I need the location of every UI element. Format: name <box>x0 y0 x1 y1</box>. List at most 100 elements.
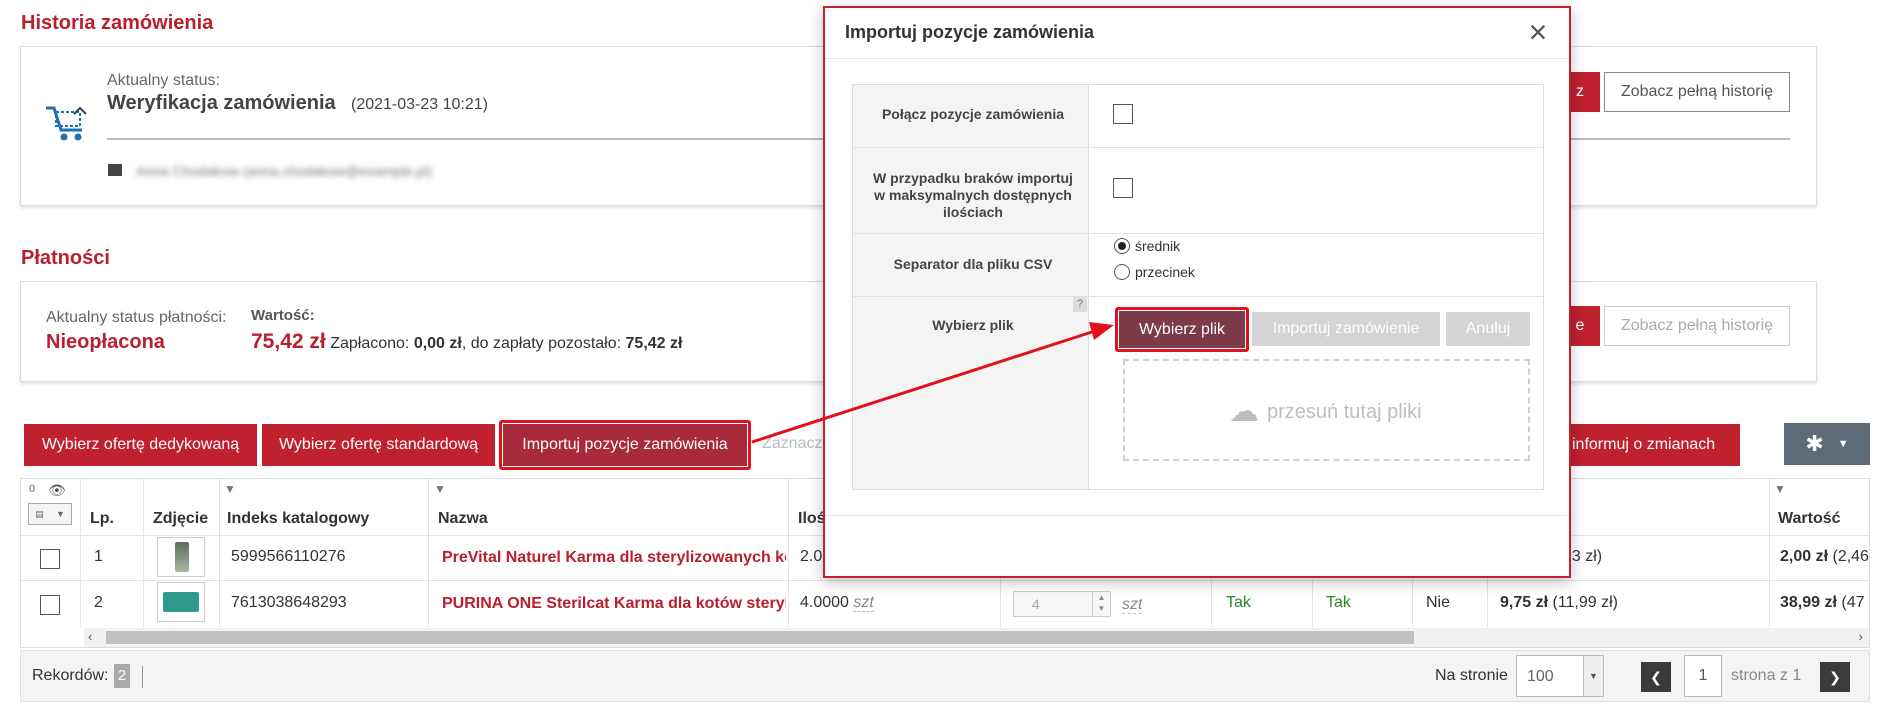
import-order-button[interactable]: Importuj zamówienie <box>1252 312 1440 346</box>
shortage-import-label: W przypadku braków importuj w maksymalny… <box>873 170 1073 220</box>
history-status-value: Weryfikacja zamówienia <box>107 92 336 114</box>
per-page-label: Na stronie <box>1435 667 1508 684</box>
row-price-rest: (11,99 zł) <box>1552 594 1618 611</box>
scroll-right-icon[interactable]: › <box>1859 629 1863 644</box>
row-flag-2: Tak <box>1326 594 1351 611</box>
page-number-input[interactable]: 1 <box>1684 655 1722 697</box>
dropzone-text: przesuń tutaj pliki <box>1267 400 1422 423</box>
separator-option-comma: przecinek <box>1135 264 1195 280</box>
column-header-name[interactable]: Nazwa <box>438 510 488 528</box>
merge-items-checkbox[interactable] <box>1113 104 1133 124</box>
file-dropzone[interactable]: ☁ przesuń tutaj pliki <box>1123 359 1530 461</box>
per-page-select[interactable]: 100 ▼ <box>1516 655 1604 697</box>
row-catalog-index: 7613038648293 <box>231 594 347 611</box>
separator-semicolon-radio[interactable] <box>1114 238 1130 254</box>
column-header-lp: Lp. <box>90 510 114 527</box>
dedicated-offer-button[interactable]: Wybierz ofertę dedykowaną <box>24 424 257 466</box>
row-flag-1: Tak <box>1226 594 1251 611</box>
modal-title: Importuj pozycje zamówienia <box>845 22 1095 42</box>
row-price-bold: 9,75 zł <box>1500 594 1549 611</box>
product-name-link[interactable]: PreVital Naturel Karma dla sterylizowany… <box>442 549 786 567</box>
choose-file-label: Wybierz plik <box>932 317 1014 333</box>
selection-count: 0 <box>29 483 36 495</box>
quantity-stepper-value: 4 <box>1032 596 1040 612</box>
filter-icon[interactable]: ▼ <box>434 482 446 496</box>
payments-section-title: Płatności <box>21 247 110 269</box>
row-unit-2: szt <box>1122 596 1143 614</box>
close-icon[interactable]: × <box>1524 14 1552 50</box>
history-status-date: (2021-03-23 10:21) <box>351 96 488 113</box>
comment-author: Anna Chodakow (anna.chodakow@example.pl) <box>136 163 432 179</box>
csv-separator-label: Separator dla pliku CSV <box>893 256 1053 272</box>
shortage-import-checkbox[interactable] <box>1113 178 1133 198</box>
payments-full-history-button[interactable]: Zobacz pełną historię <box>1604 306 1790 346</box>
merge-items-label: Połącz pozycje zamówienia <box>881 106 1065 122</box>
payment-status-label: Aktualny status płatności: <box>46 309 227 326</box>
next-page-button[interactable]: ❯ <box>1820 662 1850 692</box>
column-header-value[interactable]: Wartość <box>1778 510 1841 528</box>
standard-offer-button[interactable]: Wybierz ofertę standardową <box>262 424 495 466</box>
prev-page-button[interactable]: ❮ <box>1641 662 1671 692</box>
help-icon[interactable]: ? <box>1073 296 1087 312</box>
caret-down-icon: ▼ <box>55 509 65 519</box>
product-thumbnail[interactable] <box>157 582 205 622</box>
row-value-rest: (47 <box>1841 594 1865 611</box>
unit-label: szt <box>1122 596 1143 614</box>
scroll-left-icon[interactable]: ‹ <box>88 629 92 644</box>
records-label: Rekordów: <box>32 667 109 684</box>
history-section-title: Historia zamówienia <box>21 12 214 34</box>
row-value-rest: (2,46 <box>1832 548 1868 565</box>
column-header-photo: Zdjęcie <box>153 510 209 527</box>
chevron-left-icon: ❮ <box>1650 668 1662 685</box>
row-checkbox[interactable] <box>40 549 60 569</box>
modal-header-divider <box>825 58 1569 59</box>
import-items-button[interactable]: Importuj pozycje zamówienia <box>503 424 747 466</box>
row-value-bold: 2,00 zł <box>1780 548 1829 565</box>
bulk-select-dropdown[interactable]: ▤ ▼ <box>28 503 72 525</box>
stepper-arrows-icon[interactable]: ▲ ▼ <box>1092 592 1110 616</box>
records-count-badge: 2 <box>114 664 130 688</box>
scrollbar-thumb[interactable] <box>106 631 1414 644</box>
per-page-value: 100 <box>1527 668 1554 685</box>
chevron-right-icon: ❯ <box>1829 668 1841 685</box>
chevron-down-icon: ▼ <box>1583 656 1603 696</box>
horizontal-scrollbar[interactable]: ‹ › <box>84 628 1869 647</box>
history-status-label: Aktualny status: <box>107 72 220 89</box>
dropdown-caret-icon: ▼ <box>1837 438 1849 450</box>
tools-icon: ✱ <box>1805 431 1824 456</box>
product-thumbnail[interactable] <box>157 537 205 577</box>
inform-changes-button[interactable]: informuj o zmianach <box>1560 424 1740 466</box>
quantity-stepper[interactable]: 4 ▲ ▼ <box>1013 591 1111 617</box>
list-icon: ▤ <box>35 508 44 519</box>
mark-partial-link[interactable]: Zaznacz <box>762 435 822 453</box>
paid-label: Zapłacono: <box>330 335 410 352</box>
row-qty-value: 4.0000 <box>800 594 849 611</box>
footer-divider <box>142 666 143 688</box>
column-header-catalog-index[interactable]: Indeks katalogowy <box>227 510 369 528</box>
cart-status-icon <box>44 104 90 144</box>
eye-icon[interactable]: 👁 <box>48 482 66 499</box>
tools-menu-button[interactable]: ✱ ▼ <box>1784 423 1870 465</box>
modal-label-column <box>853 85 1089 489</box>
product-name-link[interactable]: PURINA ONE Sterilcat Karma dla kotów ste… <box>442 595 786 613</box>
row-lp: 1 <box>94 548 103 565</box>
row-value-bold: 38,99 zł <box>1780 594 1837 611</box>
filter-icon[interactable]: ▼ <box>1774 482 1786 496</box>
modal-footer-divider <box>825 515 1569 516</box>
row-checkbox[interactable] <box>40 595 60 615</box>
row-lp: 2 <box>94 594 103 611</box>
cancel-button[interactable]: Anuluj <box>1446 312 1530 346</box>
payment-amount-line: 75,42 zł Zapłacono: 0,00 zł, do zapłaty … <box>251 330 682 354</box>
payment-status-value: Nieopłacona <box>46 331 165 353</box>
history-full-history-button[interactable]: Zobacz pełną historię <box>1604 72 1790 112</box>
payment-value-label: Wartość: <box>251 307 315 324</box>
separator-comma-radio[interactable] <box>1114 264 1130 280</box>
remaining-value: 75,42 zł <box>625 335 683 352</box>
comment-icon <box>108 164 122 176</box>
choose-file-button[interactable]: Wybierz plik <box>1119 311 1245 348</box>
row-unit: szt <box>853 594 874 612</box>
row-price: 9,75 zł (11,99 zł) <box>1500 594 1618 612</box>
row-flag-3: Nie <box>1426 594 1451 611</box>
remaining-label: , do zapłaty pozostało: <box>461 335 622 352</box>
filter-icon[interactable]: ▼ <box>224 482 236 496</box>
